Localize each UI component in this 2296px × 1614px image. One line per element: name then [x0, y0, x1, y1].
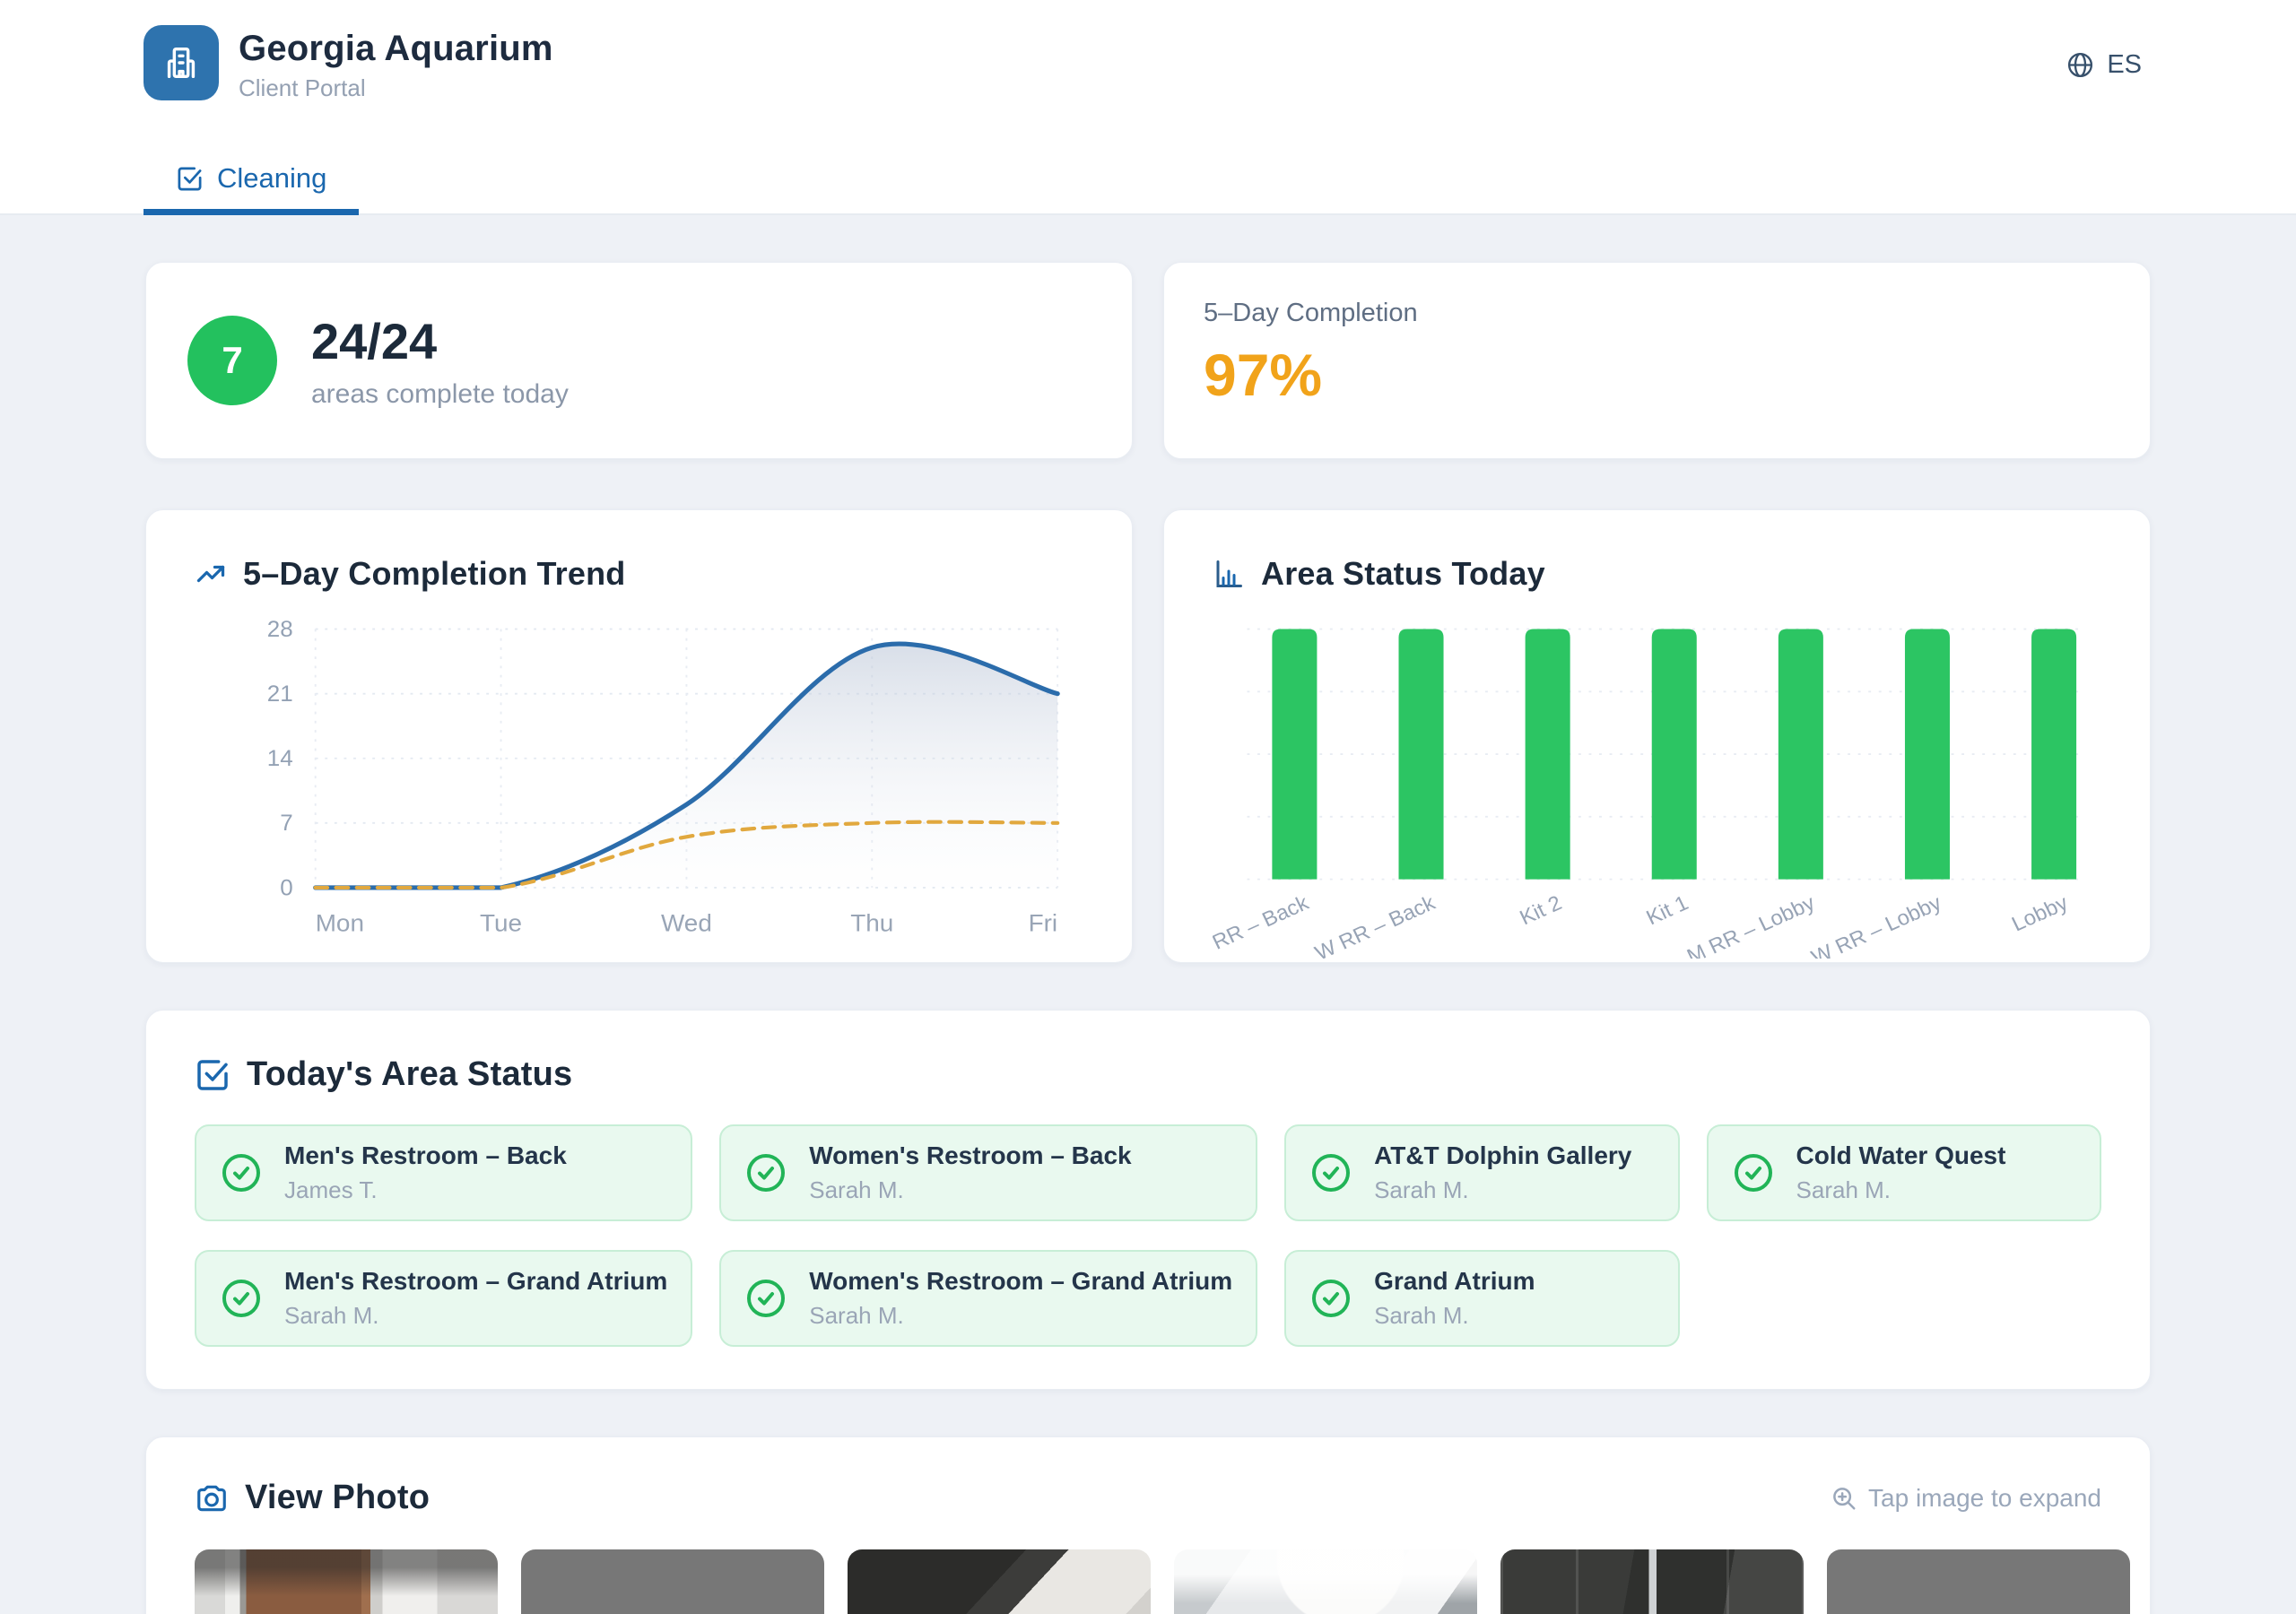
circle-check-icon: [1309, 1277, 1352, 1320]
area-staff: Sarah M.: [1796, 1176, 2006, 1204]
bar-chart-icon: [1213, 558, 1245, 590]
page-title: Georgia Aquarium: [239, 29, 553, 69]
tab-active-underline: [144, 209, 359, 215]
area-staff: Sarah M.: [809, 1302, 1232, 1330]
status-bar: [1272, 629, 1317, 880]
area-staff: Sarah M.: [284, 1302, 667, 1330]
area-staff: Sarah M.: [809, 1176, 1131, 1204]
title-block: Georgia Aquarium Client Portal: [239, 29, 553, 102]
area-status-bar-chart: M RR – BackW RR – Back Kit 2 Kit 1M RR – L…: [1213, 600, 2101, 959]
status-bar: [2031, 629, 2076, 880]
globe-icon: [2066, 50, 2095, 80]
zoom-in-icon: [1831, 1485, 1857, 1512]
photo-thumbnail-wooden-door-hallway[interactable]: [195, 1549, 498, 1614]
area-staff: Sarah M.: [1374, 1302, 1535, 1330]
circle-check-icon: [1732, 1151, 1775, 1194]
five-day-percent: 97%: [1204, 341, 2110, 409]
photo-hint-label: Tap image to expand: [1868, 1484, 2101, 1513]
area-status-card[interactable]: Cold Water Quest Sarah M.: [1707, 1124, 2101, 1221]
area-status-card[interactable]: AT&T Dolphin Gallery Sarah M.: [1284, 1124, 1679, 1221]
svg-text:M RR – Lobby: M RR – Lobby: [1683, 891, 1819, 959]
area-name: AT&T Dolphin Gallery: [1374, 1141, 1631, 1170]
five-day-completion-card: 5–Day Completion 97%: [1163, 262, 2151, 459]
app-logo: [144, 25, 219, 100]
area-name: Women's Restroom – Grand Atrium: [809, 1267, 1232, 1296]
area-name: Men's Restroom – Back: [284, 1141, 567, 1170]
photo-thumbnail-dispenser-on-dark-tile[interactable]: [848, 1549, 1151, 1614]
five-day-label: 5–Day Completion: [1204, 299, 2110, 328]
svg-text:Fri: Fri: [1029, 909, 1058, 936]
checkbox-check-icon: [176, 165, 204, 193]
svg-text:Kit 2: Kit 2: [1517, 891, 1566, 930]
svg-text:Tue: Tue: [480, 909, 522, 936]
tab-cleaning[interactable]: Cleaning: [144, 143, 359, 213]
camera-icon: [195, 1481, 229, 1515]
status-bar: [1905, 629, 1950, 880]
svg-text:Mon: Mon: [316, 909, 364, 936]
area-status-card[interactable]: Women's Restroom – Back Sarah M.: [719, 1124, 1257, 1221]
todays-area-status-card: Today's Area Status Men's Restroom – Bac…: [145, 1010, 2151, 1390]
photo-strip: [195, 1549, 2101, 1614]
tab-cleaning-label: Cleaning: [217, 162, 326, 195]
completion-ratio: 24/24: [311, 312, 569, 370]
status-bar: [1779, 629, 1823, 880]
circle-check-icon: [220, 1151, 263, 1194]
five-day-trend-line-chart: 0 7 14 21 28 Mon Tue Wed Thu Fri: [195, 600, 1083, 959]
area-status-chart-card: Area Status Today M RR – BackW RR – Back…: [1163, 509, 2151, 963]
area-status-card[interactable]: Men's Restroom – Grand Atrium Sarah M.: [195, 1250, 692, 1347]
svg-text:W RR – Back: W RR – Back: [1312, 891, 1439, 959]
photo-thumbnail-dark-tile-orange-sign[interactable]: [1827, 1549, 2130, 1614]
svg-text:14: 14: [267, 746, 293, 771]
svg-text:Thu: Thu: [850, 909, 893, 936]
building-icon: [161, 42, 202, 83]
completion-caption: areas complete today: [311, 379, 569, 410]
app-header: Georgia Aquarium Client Portal ES Cleani…: [0, 0, 2296, 215]
count-badge: 7: [187, 316, 277, 405]
page-subtitle: Client Portal: [239, 74, 553, 102]
circle-check-icon: [1309, 1151, 1352, 1194]
area-name: Women's Restroom – Back: [809, 1141, 1131, 1170]
svg-text:W RR – Lobby: W RR – Lobby: [1808, 891, 1945, 959]
area-status-card[interactable]: Men's Restroom – Back James T.: [195, 1124, 692, 1221]
svg-text:21: 21: [267, 681, 293, 707]
svg-text:M RR – Back: M RR – Back: [1213, 891, 1312, 959]
area-staff: James T.: [284, 1176, 567, 1204]
svg-text:Kit 1: Kit 1: [1643, 891, 1692, 930]
status-bar: [1526, 629, 1570, 880]
area-status-chart-title: Area Status Today: [1261, 555, 1545, 593]
svg-text:Wed: Wed: [661, 909, 712, 936]
circle-check-icon: [220, 1277, 263, 1320]
circle-check-icon: [744, 1277, 787, 1320]
areas-complete-card: 7 24/24 areas complete today: [145, 262, 1133, 459]
svg-text:Lobby: Lobby: [2008, 891, 2072, 936]
view-photo-card: View Photo Tap image to expand: [145, 1436, 2151, 1614]
status-bar: [1652, 629, 1697, 880]
photo-thumbnail-bright-ceiling-room[interactable]: [1174, 1549, 1477, 1614]
photo-thumbnail-urinal-dark-tile[interactable]: [1500, 1549, 1804, 1614]
language-selector[interactable]: ES: [2066, 50, 2142, 80]
status-bar: [1399, 629, 1444, 880]
area-name: Cold Water Quest: [1796, 1141, 2006, 1170]
checkbox-check-icon: [195, 1057, 230, 1093]
photo-thumbnail-dark-tile-wall-diagonal[interactable]: [521, 1549, 824, 1614]
language-label: ES: [2107, 50, 2142, 80]
trend-chart-card: 5–Day Completion Trend 0 7 14 21 28 Mon Tue Wed…: [145, 509, 1133, 963]
status-grid: Men's Restroom – Back James T. Women's R…: [195, 1124, 2101, 1347]
svg-text:0: 0: [280, 876, 292, 901]
svg-text:7: 7: [280, 811, 292, 837]
todays-area-status-title: Today's Area Status: [247, 1055, 572, 1094]
trending-up-icon: [195, 558, 227, 590]
main-content: 7 24/24 areas complete today 5–Day Compl…: [0, 215, 2296, 1614]
photo-hint: Tap image to expand: [1831, 1484, 2101, 1513]
area-name: Grand Atrium: [1374, 1267, 1535, 1296]
trend-chart-title: 5–Day Completion Trend: [243, 555, 626, 593]
area-status-card[interactable]: Women's Restroom – Grand Atrium Sarah M.: [719, 1250, 1257, 1347]
area-status-card[interactable]: Grand Atrium Sarah M.: [1284, 1250, 1679, 1347]
view-photo-title: View Photo: [245, 1479, 430, 1517]
area-staff: Sarah M.: [1374, 1176, 1631, 1204]
svg-text:28: 28: [267, 617, 293, 642]
circle-check-icon: [744, 1151, 787, 1194]
area-name: Men's Restroom – Grand Atrium: [284, 1267, 667, 1296]
